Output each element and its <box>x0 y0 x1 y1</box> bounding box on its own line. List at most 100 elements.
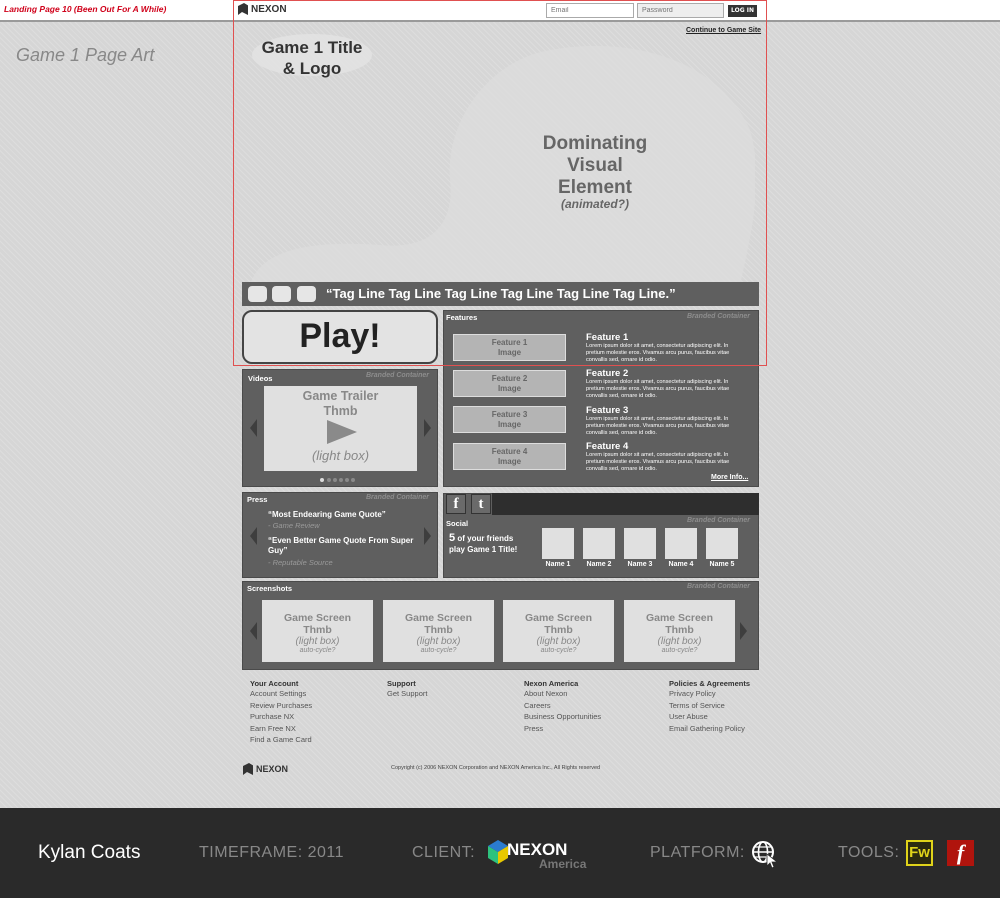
footer-link[interactable]: Account Settings <box>250 688 312 700</box>
friend-name[interactable]: Name 2 <box>579 561 619 568</box>
feature-3-title: Feature 3 <box>586 405 629 416</box>
friend-avatar[interactable] <box>583 528 615 559</box>
shot-lightbox-note: (light box) <box>295 636 340 647</box>
footer-heading: Support <box>387 679 416 688</box>
feature-image-label: Image <box>497 420 522 429</box>
footer-heading: Policies & Agreements <box>669 679 751 688</box>
tagline-button-2[interactable] <box>272 286 291 302</box>
chevron-right-icon[interactable] <box>424 527 431 545</box>
press-source-2: - Reputable Source <box>268 558 333 567</box>
footer-link[interactable]: Press <box>524 723 601 735</box>
screenshot-thumb[interactable]: Game Screen Thmb (light box) auto-cycle? <box>262 600 373 662</box>
tools-label: TOOLS: <box>838 844 900 861</box>
client-logo-sub: America <box>539 857 587 871</box>
footer-link[interactable]: Earn Free NX <box>250 723 312 735</box>
carousel-dot-active[interactable] <box>320 478 324 482</box>
feature-image-label: Feature 1 <box>491 338 528 347</box>
shot-title-line: Game Screen <box>645 612 714 624</box>
shot-lightbox-note: (light box) <box>416 636 461 647</box>
footer-link[interactable]: Terms of Service <box>669 700 750 712</box>
social-branded-label: Branded Container <box>687 517 751 524</box>
footer-link[interactable]: Careers <box>524 700 601 712</box>
feature-4-text: Lorem ipsum dolor sit amet, consectetur … <box>586 452 730 472</box>
friend-name[interactable]: Name 1 <box>538 561 578 568</box>
carousel-dot[interactable] <box>327 478 331 482</box>
page-label: Landing Page 10 (Been Out For A While) <box>4 4 167 14</box>
footer-column-policies: Policies & Agreements Privacy Policy Ter… <box>669 679 750 734</box>
chevron-right-icon[interactable] <box>424 419 431 437</box>
feature-4-image[interactable]: Feature 4 Image <box>453 443 566 470</box>
footer-link[interactable]: Find a Game Card <box>250 734 312 746</box>
screenshots-title: Screenshots <box>247 584 293 593</box>
chevron-left-icon[interactable] <box>250 622 257 640</box>
globe-cursor-icon <box>752 841 779 868</box>
tagline-button-3[interactable] <box>297 286 316 302</box>
footer-link[interactable]: About Nexon <box>524 688 601 700</box>
nexon-cube-icon <box>488 840 508 864</box>
more-info-link[interactable]: More Info... <box>711 474 748 481</box>
videos-branded-label: Branded Container <box>366 372 430 379</box>
play-icon[interactable] <box>327 420 357 444</box>
trailer-title-line-1: Game Trailer <box>302 389 379 403</box>
footer-link[interactable]: Get Support <box>387 688 427 700</box>
chevron-left-icon[interactable] <box>250 527 257 545</box>
feature-image-label: Image <box>497 457 522 466</box>
carousel-dot[interactable] <box>333 478 337 482</box>
twitter-icon[interactable]: t <box>471 494 491 514</box>
footer-heading: Your Account <box>250 679 299 688</box>
password-field[interactable] <box>637 3 724 18</box>
chevron-right-icon[interactable] <box>740 622 747 640</box>
friend-name[interactable]: Name 3 <box>620 561 660 568</box>
feature-3-image[interactable]: Feature 3 Image <box>453 406 566 433</box>
tagline-button-1[interactable] <box>248 286 267 302</box>
game-title-line-2: & Logo <box>282 59 342 78</box>
friend-avatar[interactable] <box>542 528 574 559</box>
footer-nexon-logo[interactable]: NEXON <box>243 763 288 775</box>
carousel-dot[interactable] <box>339 478 343 482</box>
game-title-line-1: Game 1 Title <box>261 38 363 57</box>
visual-note: (animated?) <box>560 197 629 211</box>
footer-link[interactable]: User Abuse <box>669 711 750 723</box>
feature-1-image[interactable]: Feature 1 Image <box>453 334 566 361</box>
friend-name[interactable]: Name 5 <box>702 561 742 568</box>
shot-title-line: Game Screen <box>283 612 352 624</box>
facebook-icon[interactable]: f <box>446 494 466 514</box>
press-branded-label: Branded Container <box>366 494 430 501</box>
continue-to-game-site-link[interactable]: Continue to Game Site <box>686 27 761 34</box>
fireworks-icon: Fw <box>906 840 933 866</box>
play-button[interactable]: Play! <box>242 310 438 364</box>
screenshot-thumb[interactable]: Game Screen Thmb (light box) auto-cycle? <box>624 600 735 662</box>
shot-title: Game Screen Thmb <box>624 600 735 636</box>
feature-1-text: Lorem ipsum dolor sit amet, consectetur … <box>586 343 730 363</box>
screenshot-thumb[interactable]: Game Screen Thmb (light box) auto-cycle? <box>503 600 614 662</box>
press-source-1: - Game Review <box>268 521 320 530</box>
author-name: Kylan Coats <box>38 842 141 863</box>
footer-link[interactable]: Privacy Policy <box>669 688 750 700</box>
screenshot-thumb[interactable]: Game Screen Thmb (light box) auto-cycle? <box>383 600 494 662</box>
footer-link[interactable]: Review Purchases <box>250 700 312 712</box>
visual-line-3: Element <box>558 177 632 198</box>
game-title-logo[interactable]: Game 1 Title & Logo <box>248 37 376 79</box>
friend-avatar[interactable] <box>624 528 656 559</box>
footer-link[interactable]: Business Opportunities <box>524 711 601 723</box>
feature-2-image[interactable]: Feature 2 Image <box>453 370 566 397</box>
social-title: Social <box>446 519 469 528</box>
shot-title-line: Game Screen <box>404 612 473 624</box>
footer-link[interactable]: Email Gathering Policy <box>669 723 750 735</box>
trailer-title: Game Trailer Thmb <box>264 389 417 419</box>
footer-column-nexon-america: Nexon America About Nexon Careers Busine… <box>524 679 601 734</box>
footer-link[interactable]: Purchase NX <box>250 711 312 723</box>
shot-autocycle-note: auto-cycle? <box>661 647 698 654</box>
chevron-left-icon[interactable] <box>250 419 257 437</box>
footer-heading: Nexon America <box>524 679 579 688</box>
nexon-logo[interactable]: NEXON <box>238 3 287 15</box>
friend-name[interactable]: Name 4 <box>661 561 701 568</box>
features-title: Features <box>446 313 478 322</box>
carousel-dot[interactable] <box>351 478 355 482</box>
press-title: Press <box>247 495 268 504</box>
carousel-dot[interactable] <box>345 478 349 482</box>
friend-avatar[interactable] <box>665 528 697 559</box>
friend-avatar[interactable] <box>706 528 738 559</box>
email-field[interactable] <box>546 3 634 18</box>
login-button[interactable]: LOG IN <box>728 5 757 17</box>
